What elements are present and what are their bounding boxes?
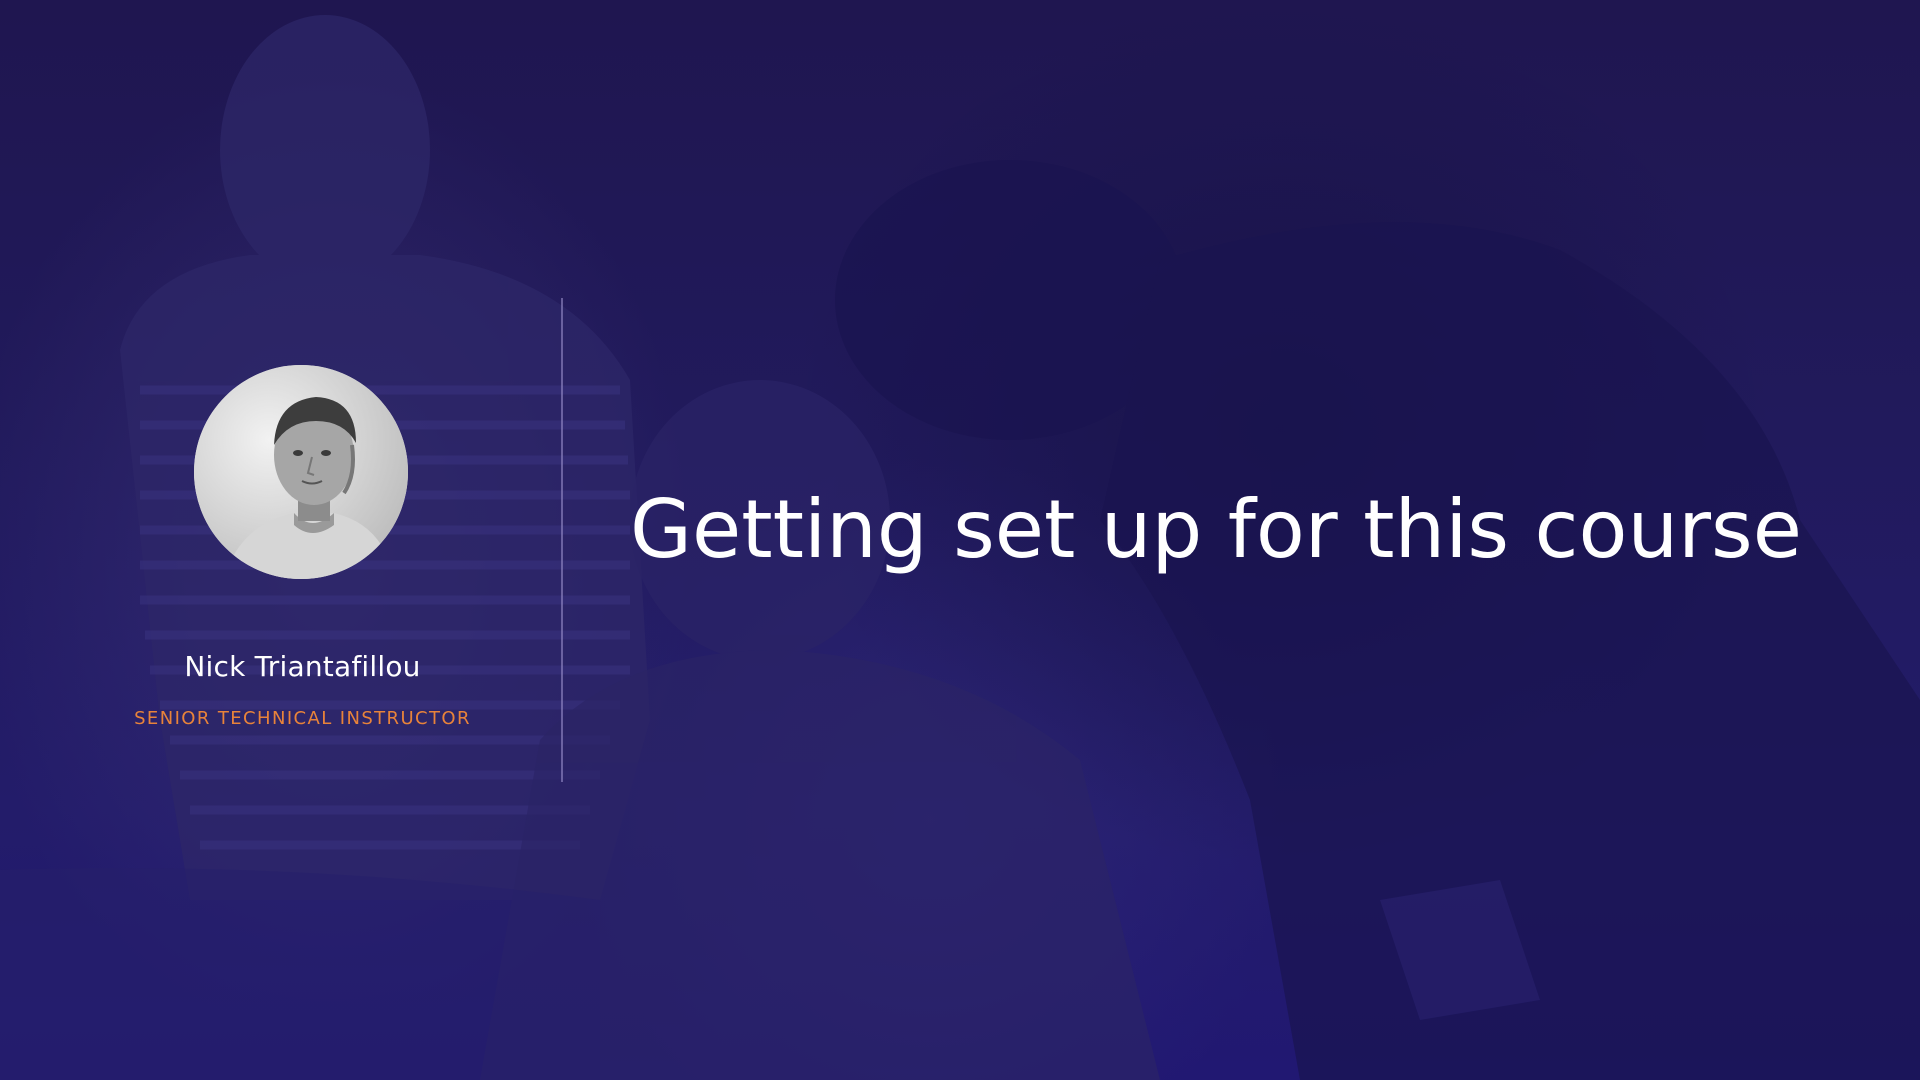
instructor-avatar <box>194 365 408 579</box>
instructor-role: SENIOR TECHNICAL INSTRUCTOR <box>134 708 471 729</box>
course-intro-slide: Nick Triantafillou SENIOR TECHNICAL INST… <box>0 0 1920 1080</box>
vertical-divider <box>561 298 563 782</box>
instructor-name: Nick Triantafillou <box>184 650 421 683</box>
slide-title: Getting set up for this course <box>630 483 1802 576</box>
instructor-photo-icon <box>194 365 408 579</box>
instructor-card: Nick Triantafillou SENIOR TECHNICAL INST… <box>100 300 505 780</box>
